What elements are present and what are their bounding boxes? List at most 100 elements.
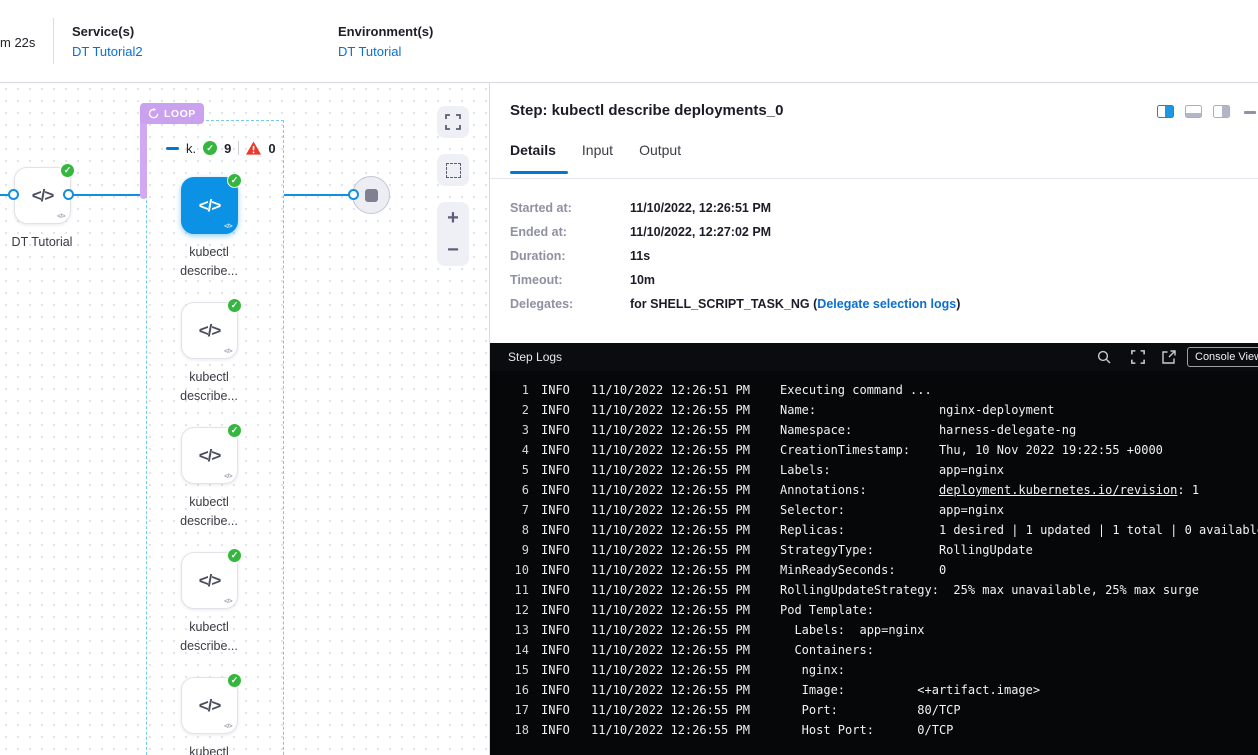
log-message: Namespace: harness-delegate-ng <box>780 423 1076 443</box>
node-kubectl-describe-4[interactable]: </> </> ✓ <box>181 552 238 609</box>
log-timestamp: 11/10/2022 12:26:55 PM <box>591 583 750 603</box>
log-level: INFO <box>541 443 570 463</box>
step-logs-section: Step Logs Console View 1 INFO 11/10/2022… <box>490 343 1258 755</box>
node-label: kubectldescribe... <box>164 493 254 531</box>
node-label: kubectldescribe... <box>164 243 254 281</box>
script-type-icon: </> <box>224 348 232 355</box>
environment-link[interactable]: DT Tutorial <box>338 44 433 59</box>
connector-port[interactable] <box>348 189 359 200</box>
node-kubectl-describe-2[interactable]: </> </> ✓ <box>181 302 238 359</box>
log-message: Port: 80/TCP <box>780 703 961 723</box>
field-label: Ended at: <box>510 225 630 239</box>
log-level: INFO <box>541 723 570 743</box>
zoom-controls: + − <box>437 202 469 266</box>
log-message: RollingUpdateStrategy: 25% max unavailab… <box>780 583 1199 603</box>
code-icon: </> <box>199 696 221 716</box>
log-level: INFO <box>541 683 570 703</box>
node-kubectl-describe-3[interactable]: </> </> ✓ <box>181 427 238 484</box>
elapsed-time: m 22s <box>0 35 35 50</box>
log-timestamp: 11/10/2022 12:26:55 PM <box>591 663 750 683</box>
log-line-number: 10 <box>490 563 529 583</box>
log-message: CreationTimestamp: Thu, 10 Nov 2022 19:2… <box>780 443 1163 463</box>
log-line-number: 16 <box>490 683 529 703</box>
execution-header: m 22s Service(s) DT Tutorial2 Environmen… <box>0 0 1258 83</box>
script-type-icon: </> <box>224 223 232 230</box>
log-message: Labels: app=nginx <box>780 623 925 643</box>
log-message: Executing command ... <box>780 383 932 403</box>
log-timestamp: 11/10/2022 12:26:55 PM <box>591 643 750 663</box>
detail-tabs: Details Input Output <box>510 142 681 158</box>
log-level: INFO <box>541 403 570 423</box>
connector-port[interactable] <box>63 189 74 200</box>
success-count: 9 <box>224 141 231 156</box>
log-message: Name: nginx-deployment <box>780 403 1055 423</box>
loop-badge[interactable]: LOOP <box>140 103 204 124</box>
loop-group-stats: k. ✓ 9 0 <box>166 138 276 158</box>
log-line: 13 INFO 11/10/2022 12:26:55 PM Labels: a… <box>490 623 1258 643</box>
log-line-number: 14 <box>490 643 529 663</box>
code-icon: </> <box>32 186 54 206</box>
node-kubectl-describe-1[interactable]: </> </> ✓ <box>181 177 238 234</box>
bottom-dock-icon[interactable] <box>1185 105 1202 118</box>
log-message: Annotations: deployment.kubernetes.io/re… <box>780 483 1199 503</box>
log-line: 14 INFO 11/10/2022 12:26:55 PM Container… <box>490 643 1258 663</box>
log-output[interactable]: 1 INFO 11/10/2022 12:26:51 PM Executing … <box>490 371 1258 755</box>
tab-output[interactable]: Output <box>639 142 681 158</box>
log-line: 15 INFO 11/10/2022 12:26:55 PM nginx: <box>490 663 1258 683</box>
log-line: 3 INFO 11/10/2022 12:26:55 PM Namespace:… <box>490 423 1258 443</box>
log-timestamp: 11/10/2022 12:26:55 PM <box>591 443 750 463</box>
zoom-out-button[interactable]: − <box>437 234 469 266</box>
fit-to-screen-button[interactable] <box>437 106 469 138</box>
pipeline-canvas[interactable]: LOOP k. ✓ 9 0 </> </> ✓ DT Tutorial </> … <box>0 83 490 755</box>
collapse-icon[interactable] <box>166 147 179 150</box>
log-line-number: 7 <box>490 503 529 523</box>
tab-details[interactable]: Details <box>510 142 556 158</box>
log-line-number: 4 <box>490 443 529 463</box>
log-line-number: 13 <box>490 623 529 643</box>
console-view-button[interactable]: Console View <box>1187 347 1258 367</box>
split-view-icon[interactable] <box>1157 105 1174 118</box>
delegate-selection-logs-link[interactable]: Delegate selection logs <box>817 297 956 311</box>
zoom-in-button[interactable]: + <box>437 202 469 234</box>
open-in-new-icon[interactable] <box>1162 350 1176 364</box>
script-type-icon: </> <box>57 213 65 220</box>
log-annotation-link[interactable]: deployment.kubernetes.io/revision <box>939 483 1177 497</box>
log-message: Image: <+artifact.image> <box>780 683 1040 703</box>
log-line: 17 INFO 11/10/2022 12:26:55 PM Port: 80/… <box>490 703 1258 723</box>
failure-count: 0 <box>268 141 275 156</box>
log-message: Containers: <box>780 643 874 663</box>
search-icon[interactable] <box>1097 350 1111 364</box>
active-tab-indicator <box>510 171 568 174</box>
marquee-select-button[interactable] <box>437 154 469 186</box>
success-check-icon: ✓ <box>60 163 75 178</box>
log-line: 12 INFO 11/10/2022 12:26:55 PM Pod Templ… <box>490 603 1258 623</box>
log-level: INFO <box>541 643 570 663</box>
log-message: Labels: app=nginx <box>780 463 1004 483</box>
warning-icon <box>246 141 261 155</box>
fullscreen-icon[interactable] <box>1131 350 1145 364</box>
service-link[interactable]: DT Tutorial2 <box>72 44 143 59</box>
log-line-number: 6 <box>490 483 529 503</box>
connector-port[interactable] <box>8 189 19 200</box>
log-timestamp: 11/10/2022 12:26:55 PM <box>591 623 750 643</box>
success-check-icon: ✓ <box>227 548 242 563</box>
detail-row: Ended at: 11/10/2022, 12:27:02 PM <box>510 225 960 239</box>
minimize-panel-icon[interactable] <box>1244 111 1256 114</box>
success-check-icon: ✓ <box>227 673 242 688</box>
node-kubectl-describe-5[interactable]: </> </> ✓ <box>181 677 238 734</box>
right-dock-icon[interactable] <box>1213 105 1230 118</box>
log-timestamp: 11/10/2022 12:26:55 PM <box>591 563 750 583</box>
divider <box>238 141 239 155</box>
tab-input[interactable]: Input <box>582 142 613 158</box>
log-timestamp: 11/10/2022 12:26:55 PM <box>591 543 750 563</box>
log-timestamp: 11/10/2022 12:26:55 PM <box>591 703 750 723</box>
log-level: INFO <box>541 563 570 583</box>
log-level: INFO <box>541 523 570 543</box>
script-type-icon: </> <box>224 598 232 605</box>
log-timestamp: 11/10/2022 12:26:55 PM <box>591 423 750 443</box>
log-level: INFO <box>541 703 570 723</box>
script-type-icon: </> <box>224 473 232 480</box>
log-line: 10 INFO 11/10/2022 12:26:55 PM MinReadyS… <box>490 563 1258 583</box>
log-line-number: 18 <box>490 723 529 743</box>
log-timestamp: 11/10/2022 12:26:55 PM <box>591 483 750 503</box>
